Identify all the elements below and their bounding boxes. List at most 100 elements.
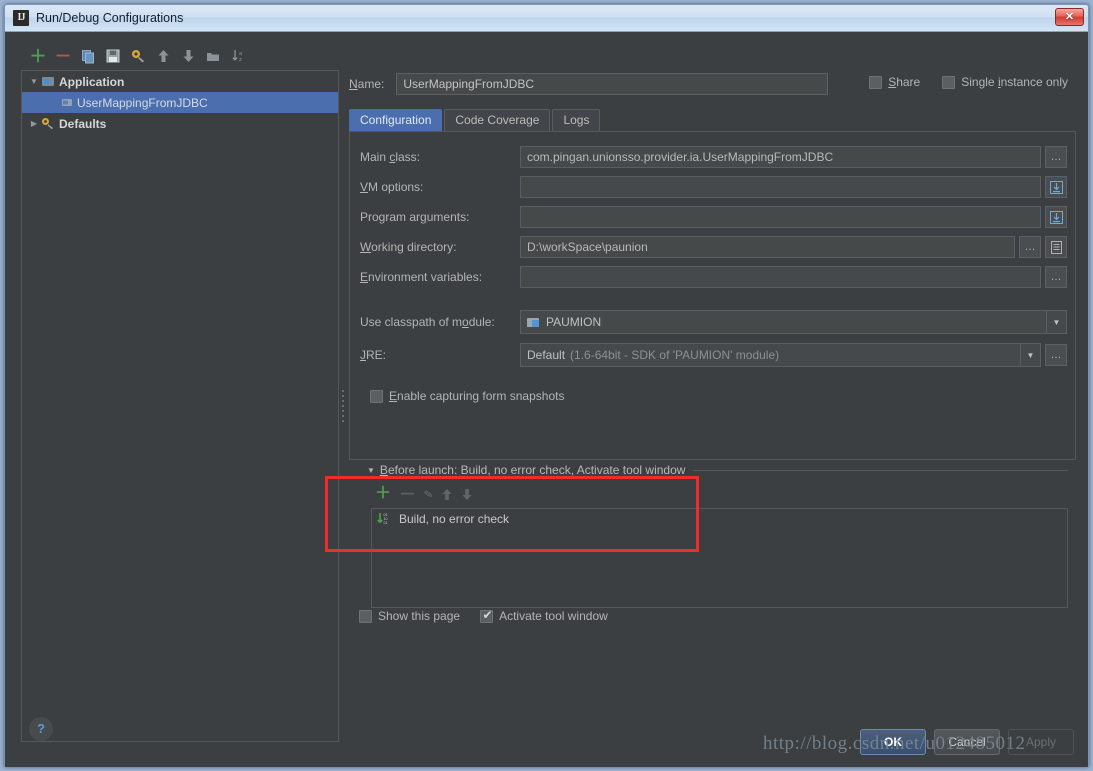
arrow-up-icon <box>158 50 168 62</box>
add-configuration-button[interactable]: ＋ <box>27 45 49 67</box>
copy-configuration-button[interactable] <box>77 45 99 67</box>
move-task-up-button[interactable] <box>441 488 453 501</box>
tree-node-label: UserMappingFromJDBC <box>77 95 208 110</box>
move-down-button[interactable] <box>177 45 199 67</box>
program-arguments-row: Program arguments: <box>360 205 1067 229</box>
vm-options-row: VM options: <box>360 175 1067 199</box>
build-icon: 01 10 01 <box>377 513 388 525</box>
before-launch-task-list[interactable]: 01 10 01 Build, no error check <box>371 508 1068 608</box>
wrench-gear-icon <box>131 49 144 62</box>
environment-variables-browse-button[interactable]: … <box>1045 266 1067 288</box>
remove-configuration-button[interactable]: － <box>52 45 74 67</box>
pane-splitter[interactable] <box>339 387 347 432</box>
working-directory-macros-button[interactable] <box>1045 236 1067 258</box>
sort-configurations-button[interactable]: a z <box>227 45 249 67</box>
working-directory-browse-button[interactable]: … <box>1019 236 1041 258</box>
program-arguments-input[interactable] <box>520 206 1041 228</box>
main-class-browse-button[interactable]: … <box>1045 146 1067 168</box>
jre-combobox[interactable]: Default (1.6-64bit - SDK of 'PAUMION' mo… <box>520 343 1041 367</box>
close-icon[interactable]: ✕ <box>1055 8 1084 26</box>
configurations-pane: ＋ － a z ▼ Application UserMappingFromJDB… <box>21 42 339 742</box>
environment-variables-input[interactable] <box>520 266 1041 288</box>
share-label: Share <box>888 75 921 89</box>
environment-variables-label: Environment variables: <box>360 270 483 284</box>
module-value: PAUMION <box>546 315 602 329</box>
edit-before-launch-task-button[interactable]: ✎ <box>423 487 434 501</box>
tree-node-defaults[interactable]: ▶ Defaults <box>22 113 338 134</box>
before-launch-task-item[interactable]: 01 10 01 Build, no error check <box>372 509 1067 529</box>
create-folder-button[interactable] <box>202 45 224 67</box>
before-launch-section: ▼ Before launch: Build, no error check, … <box>349 462 1068 614</box>
expand-editor-icon <box>1049 210 1063 224</box>
module-combobox[interactable]: PAUMION ▼ <box>520 310 1067 334</box>
remove-before-launch-task-button[interactable]: － <box>399 486 416 503</box>
vm-options-expand-button[interactable] <box>1045 176 1067 198</box>
main-class-label: Main class: <box>360 150 421 164</box>
tree-node-usermappingfromjdbc[interactable]: UserMappingFromJDBC <box>22 92 338 113</box>
save-configuration-button[interactable] <box>102 45 124 67</box>
minus-icon: － <box>54 46 72 66</box>
apply-button: Apply <box>1008 729 1074 755</box>
checkbox-box[interactable] <box>869 75 883 89</box>
cancel-button[interactable]: Cancel <box>934 729 1000 755</box>
before-launch-header[interactable]: ▼ Before launch: Build, no error check, … <box>349 462 1068 478</box>
environment-variables-row: Environment variables: … <box>360 265 1067 289</box>
move-up-button[interactable] <box>152 45 174 67</box>
configurations-toolbar: ＋ － a z <box>21 42 339 70</box>
show-this-page-label: Show this page <box>378 609 461 623</box>
bottom-options: Show this page Activate tool window <box>359 608 608 623</box>
tree-node-application[interactable]: ▼ Application <box>22 71 338 92</box>
add-before-launch-task-button[interactable]: ＋ <box>375 486 391 502</box>
application-icon <box>42 77 54 86</box>
help-button[interactable]: ? <box>29 717 53 741</box>
save-disk-icon <box>106 49 120 63</box>
expander-triangle-icon[interactable]: ▶ <box>27 119 41 128</box>
section-divider <box>693 469 1068 471</box>
jre-row: JRE: Default (1.6-64bit - SDK of 'PAUMIO… <box>360 343 1067 367</box>
expander-triangle-icon[interactable]: ▼ <box>367 466 375 475</box>
macro-list-icon <box>1050 240 1062 254</box>
jre-browse-button[interactable]: … <box>1045 344 1067 366</box>
name-input[interactable] <box>396 73 829 95</box>
vm-options-input[interactable] <box>520 176 1041 198</box>
edit-defaults-button[interactable] <box>127 45 149 67</box>
main-class-input[interactable]: com.pingan.unionsso.provider.ia.UserMapp… <box>520 146 1041 168</box>
configurations-tree[interactable]: ▼ Application UserMappingFromJDBC ▶ Defa… <box>21 70 339 742</box>
configuration-editor-pane: Name: Share Single instance only Configu… <box>349 42 1076 757</box>
checkbox-box[interactable] <box>480 608 494 623</box>
chevron-down-icon[interactable]: ▼ <box>1020 344 1040 366</box>
activate-tool-window-checkbox[interactable]: Activate tool window <box>480 608 608 623</box>
svg-text:z: z <box>239 57 242 63</box>
program-arguments-expand-button[interactable] <box>1045 206 1067 228</box>
enable-snapshots-label: Enable capturing form snapshots <box>389 389 565 403</box>
configuration-tab-panel: Main class: com.pingan.unionsso.provider… <box>349 131 1076 460</box>
jre-value: Default <box>527 348 566 362</box>
use-classpath-row: Use classpath of module: PAUMION ▼ <box>360 310 1067 334</box>
show-this-page-checkbox[interactable]: Show this page <box>359 609 460 623</box>
jre-value-detail: (1.6-64bit - SDK of 'PAUMION' module) <box>570 348 780 362</box>
run-debug-configurations-dialog: IJ Run/Debug Configurations ✕ ＋ － a z ▼ … <box>4 4 1089 767</box>
plus-icon: ＋ <box>29 46 47 66</box>
move-task-down-button[interactable] <box>461 488 473 501</box>
ok-button[interactable]: OK <box>860 729 926 755</box>
tab-logs[interactable]: Logs <box>552 109 601 131</box>
copy-icon <box>81 49 94 63</box>
arrow-down-icon <box>183 50 193 62</box>
run-config-icon <box>62 99 72 106</box>
chevron-down-icon[interactable]: ▼ <box>1046 311 1066 333</box>
share-checkbox[interactable]: Share <box>869 75 920 89</box>
checkbox-box[interactable] <box>370 389 383 403</box>
single-instance-checkbox[interactable]: Single instance only <box>942 75 1068 89</box>
checkbox-box[interactable] <box>942 75 956 89</box>
svg-text:01: 01 <box>384 521 388 525</box>
tab-code-coverage[interactable]: Code Coverage <box>444 109 551 131</box>
working-directory-row: Working directory: D:\workSpace\paunion … <box>360 235 1067 259</box>
checkbox-box[interactable] <box>359 609 372 623</box>
single-instance-label: Single instance only <box>961 75 1068 89</box>
working-directory-input[interactable]: D:\workSpace\paunion <box>520 236 1015 258</box>
expander-triangle-icon[interactable]: ▼ <box>27 77 41 86</box>
intellij-idea-icon: IJ <box>13 10 29 26</box>
tree-node-label: Application <box>59 74 125 89</box>
enable-snapshots-checkbox[interactable]: Enable capturing form snapshots <box>370 389 564 403</box>
tab-configuration[interactable]: Configuration <box>349 109 443 131</box>
